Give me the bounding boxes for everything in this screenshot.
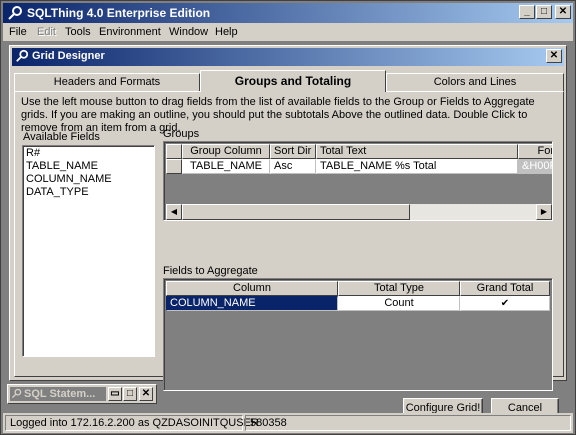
groups-label: Groups	[163, 128, 200, 140]
maximize-button[interactable]: □	[123, 387, 137, 401]
aggregate-column-cell[interactable]: COLUMN_NAME	[166, 296, 338, 311]
grid-designer-title-bar: Grid Designer ✕	[12, 48, 564, 66]
main-window: SQLThing 4.0 Enterprise Edition _ □ ✕ Fi…	[0, 0, 576, 435]
grand-total-cell[interactable]: ✔	[460, 296, 550, 311]
tab-colors-and-lines[interactable]: Colors and Lines	[386, 73, 564, 92]
connection-status: Logged into 172.16.2.200 as QZDASOINITQU…	[5, 415, 259, 431]
tab-groups-and-totaling[interactable]: Groups and Totaling	[200, 70, 386, 92]
total-type-cell[interactable]: Count	[338, 296, 460, 311]
menu-file[interactable]: File	[9, 26, 27, 38]
magnifier-icon	[11, 388, 22, 399]
scroll-left-icon[interactable]: ◀	[166, 204, 182, 220]
status-count: 580358	[245, 415, 571, 431]
group-column-cell[interactable]: TABLE_NAME	[182, 159, 270, 174]
maximize-button[interactable]: □	[536, 5, 552, 19]
menu-help[interactable]: Help	[215, 26, 238, 38]
magnifier-icon	[8, 6, 22, 20]
grid-designer-window: Grid Designer ✕ Headers and Formats Grou…	[9, 45, 567, 419]
row-header[interactable]	[166, 159, 182, 174]
restore-button[interactable]: ▭	[108, 387, 122, 401]
column-header[interactable]: For	[518, 144, 552, 159]
list-item[interactable]: DATA_TYPE	[26, 186, 151, 199]
tab-strip: Headers and Formats Groups and Totaling …	[14, 70, 564, 92]
column-header[interactable]: Total Text	[316, 144, 518, 159]
title-bar: SQLThing 4.0 Enterprise Edition _ □ ✕	[3, 3, 573, 23]
grid-corner	[166, 144, 182, 159]
instructions-text: Use the left mouse button to drag fields…	[21, 96, 535, 134]
format-cell[interactable]: &H00FF	[518, 159, 552, 174]
mdi-client-area: Grid Designer ✕ Headers and Formats Grou…	[3, 41, 573, 419]
available-fields-list[interactable]: R# TABLE_NAME COLUMN_NAME DATA_TYPE	[22, 145, 155, 357]
available-fields-label: Available Fields	[23, 131, 100, 143]
column-header[interactable]: Grand Total	[460, 281, 550, 296]
menu-environment[interactable]: Environment	[99, 26, 161, 38]
menu-tools[interactable]: Tools	[65, 26, 91, 38]
groups-tab-panel: Use the left mouse button to drag fields…	[14, 91, 564, 419]
column-header[interactable]: Column	[166, 281, 338, 296]
minimized-sql-window[interactable]: SQL Statem... ▭ □ ✕	[7, 384, 157, 404]
sort-dir-cell[interactable]: Asc	[270, 159, 316, 174]
groups-grid[interactable]: Group Column Sort Dir Total Text For TAB…	[163, 141, 553, 221]
fields-to-aggregate-label: Fields to Aggregate	[163, 265, 258, 277]
scroll-thumb[interactable]	[182, 204, 410, 220]
aggregate-grid[interactable]: Column Total Type Grand Total COLUMN_NAM…	[163, 278, 553, 391]
list-item[interactable]: R#	[26, 147, 151, 160]
tab-headers-and-formats[interactable]: Headers and Formats	[14, 73, 200, 92]
magnifier-icon	[16, 49, 29, 62]
minimized-window-title: SQL Statem...	[10, 387, 106, 401]
menu-edit[interactable]: Edit	[37, 26, 56, 38]
grid-designer-title: Grid Designer	[32, 50, 105, 62]
menu-window[interactable]: Window	[169, 26, 208, 38]
grid-designer-close-button[interactable]: ✕	[546, 49, 562, 63]
app-title: SQLThing 4.0 Enterprise Edition	[27, 6, 211, 20]
total-text-cell[interactable]: TABLE_NAME %s Total	[316, 159, 518, 174]
scroll-right-icon[interactable]: ▶	[536, 204, 552, 220]
groups-horizontal-scrollbar[interactable]: ◀ ▶	[166, 204, 552, 220]
close-button[interactable]: ✕	[139, 387, 153, 401]
menu-bar: File Edit Tools Environment Window Help	[3, 23, 573, 41]
list-item[interactable]: COLUMN_NAME	[26, 173, 151, 186]
column-header[interactable]: Total Type	[338, 281, 460, 296]
close-button[interactable]: ✕	[555, 5, 571, 19]
minimize-button[interactable]: _	[519, 5, 535, 19]
column-header[interactable]: Sort Dir	[270, 144, 316, 159]
grand-total-checkbox[interactable]: ✔	[500, 299, 510, 309]
status-bar: Logged into 172.16.2.200 as QZDASOINITQU…	[3, 413, 573, 433]
list-item[interactable]: TABLE_NAME	[26, 160, 151, 173]
column-header[interactable]: Group Column	[182, 144, 270, 159]
